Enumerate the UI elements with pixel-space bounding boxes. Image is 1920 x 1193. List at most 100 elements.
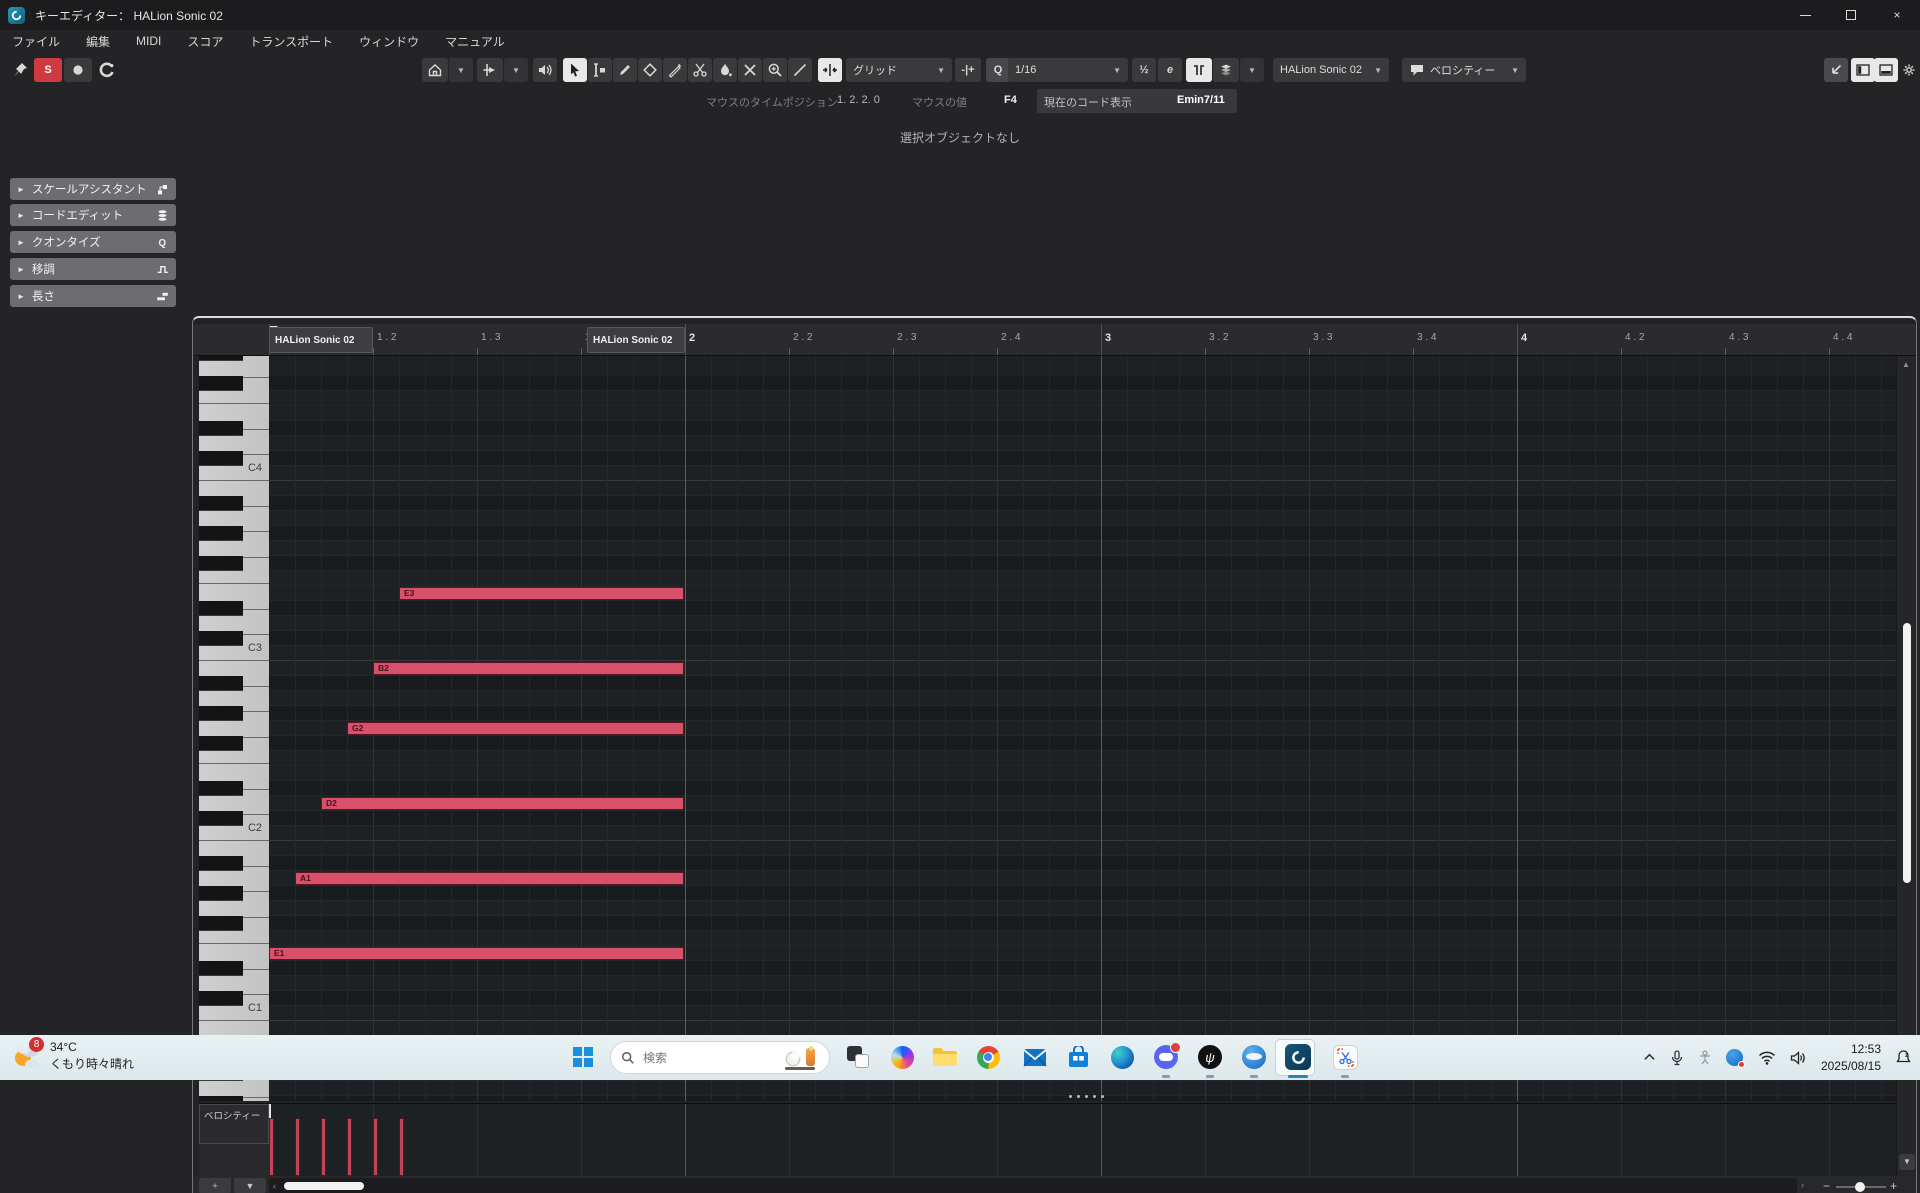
edge-button[interactable]: [1107, 1042, 1137, 1072]
discord-button[interactable]: [1151, 1042, 1181, 1072]
midi-note-B2[interactable]: B2: [373, 662, 684, 675]
window-layout-button[interactable]: [422, 58, 448, 82]
black-key[interactable]: [199, 811, 243, 826]
draw-tool[interactable]: [613, 58, 637, 82]
sidebar-panel-chord-edit[interactable]: ► コードエディット: [10, 204, 176, 226]
start-button[interactable]: [568, 1042, 598, 1072]
taskbar-search[interactable]: [610, 1041, 830, 1074]
menu-item-5[interactable]: ウィンドウ: [359, 33, 419, 50]
show-part-borders-button[interactable]: [1186, 58, 1212, 82]
maximize-button[interactable]: [1828, 0, 1874, 30]
black-key[interactable]: [199, 886, 243, 901]
quantize-preset-dropdown[interactable]: 1/16 ▼: [1008, 58, 1128, 82]
timeline-ruler[interactable]: 1 . 21 . 31 . 422 . 22 . 32 . 433 . 23 .…: [193, 324, 1916, 356]
lane-divider-grip[interactable]: [1069, 1095, 1104, 1098]
weather-widget[interactable]: 8 34°C くもり時々晴れ: [10, 1037, 134, 1074]
close-button[interactable]: ×: [1874, 0, 1920, 30]
line-draw-tool[interactable]: [663, 58, 687, 82]
menu-item-2[interactable]: MIDI: [136, 34, 161, 48]
horizontal-scroll-thumb[interactable]: [284, 1182, 364, 1190]
part-editing-options[interactable]: ▼: [1240, 58, 1264, 82]
object-selection-tool[interactable]: [563, 58, 587, 82]
sidebar-panel-quantize[interactable]: ► クオンタイズ Q: [10, 231, 176, 253]
mute-tool[interactable]: [738, 58, 762, 82]
velocity-bar-E3[interactable]: [399, 1118, 404, 1176]
audition-button[interactable]: [533, 58, 557, 82]
edit-active-part-only-button[interactable]: [1213, 58, 1239, 82]
open-in-lower-zone-button[interactable]: [1824, 58, 1848, 82]
black-key[interactable]: [199, 451, 243, 466]
midi-note-E1[interactable]: E1: [269, 947, 684, 960]
tray-expand-icon[interactable]: [1643, 1051, 1656, 1064]
midi-note-A1[interactable]: A1: [295, 872, 684, 885]
active-part-dropdown[interactable]: HALion Sonic 02 ▼: [1273, 58, 1389, 82]
black-key[interactable]: [199, 916, 243, 931]
record-in-editor-button[interactable]: [64, 58, 92, 82]
pin-editor-button[interactable]: [8, 58, 32, 82]
grid-type-dropdown[interactable]: グリッド ▼: [846, 58, 952, 82]
quantize-badge[interactable]: Q: [986, 58, 1010, 82]
taskbar-clock[interactable]: 12:53 2025/08/15: [1821, 1041, 1881, 1073]
black-key[interactable]: [199, 421, 243, 436]
black-key[interactable]: [199, 631, 243, 646]
midi-note-D2[interactable]: D2: [321, 797, 684, 810]
vertical-scroll-thumb[interactable]: [1903, 623, 1911, 883]
minimize-button[interactable]: [1782, 0, 1828, 30]
black-key[interactable]: [199, 706, 243, 721]
window-layout-options[interactable]: ▼: [449, 58, 473, 82]
black-key[interactable]: [199, 676, 243, 691]
black-key[interactable]: [199, 781, 243, 796]
solo-editor-button[interactable]: S: [34, 58, 62, 82]
show-lower-zone-button[interactable]: [1874, 58, 1898, 82]
velocity-lane[interactable]: [269, 1103, 1898, 1176]
midi-note-G2[interactable]: G2: [347, 722, 684, 735]
editor-setup-button[interactable]: [1897, 58, 1920, 82]
search-input[interactable]: [643, 1050, 763, 1065]
event-display-dropdown[interactable]: ベロシティー ▼: [1402, 58, 1526, 82]
volume-icon[interactable]: [1790, 1050, 1807, 1065]
controller-lane-options-button[interactable]: ▼: [234, 1178, 266, 1193]
autoscroll-button[interactable]: [477, 58, 503, 82]
tray-app-icon[interactable]: [1725, 1048, 1745, 1068]
scroll-up-icon[interactable]: ▲: [1902, 360, 1910, 369]
zoom-slider-thumb[interactable]: [1855, 1182, 1865, 1192]
black-key[interactable]: [199, 496, 243, 511]
velocity-bar-E1[interactable]: [269, 1118, 274, 1176]
erase-tool[interactable]: [638, 58, 662, 82]
vertical-zoom-chevron-icon[interactable]: ▼: [1899, 1154, 1915, 1170]
autoscroll-options[interactable]: ▼: [504, 58, 528, 82]
split-tool[interactable]: [688, 58, 712, 82]
black-key[interactable]: [199, 376, 243, 391]
zoom-out-button[interactable]: −: [1823, 1179, 1830, 1193]
accessibility-icon[interactable]: [1698, 1050, 1712, 1065]
menu-item-6[interactable]: マニュアル: [445, 33, 505, 50]
black-key[interactable]: [199, 526, 243, 541]
velocity-lane-label[interactable]: ベロシティー: [199, 1104, 269, 1144]
snap-length-button[interactable]: -|+: [955, 58, 981, 82]
velocity-bar-B2[interactable]: [373, 1118, 378, 1176]
menu-item-4[interactable]: トランスポート: [249, 33, 333, 50]
part-label-1[interactable]: HALion Sonic 02: [269, 327, 373, 353]
velocity-bar-D2[interactable]: [321, 1118, 326, 1176]
quantize-panel-button[interactable]: e: [1158, 58, 1182, 82]
mail-button[interactable]: [1020, 1042, 1050, 1072]
wifi-icon[interactable]: [1758, 1051, 1776, 1065]
microsoft-store-button[interactable]: [1063, 1042, 1093, 1072]
menu-item-3[interactable]: スコア: [187, 33, 223, 50]
snap-toggle-button[interactable]: [818, 58, 842, 82]
black-key[interactable]: [199, 961, 243, 976]
add-controller-lane-button[interactable]: +: [199, 1178, 231, 1193]
microphone-icon[interactable]: [1670, 1049, 1684, 1066]
black-key[interactable]: [199, 856, 243, 871]
sidebar-panel-length[interactable]: ► 長さ: [10, 285, 176, 307]
current-chord-display[interactable]: 現在のコード表示 Emin7/11: [1037, 89, 1237, 113]
zoom-tool[interactable]: [763, 58, 787, 82]
task-view-button[interactable]: [843, 1042, 873, 1072]
velocity-bar-G2[interactable]: [347, 1118, 352, 1176]
copilot-button[interactable]: [887, 1042, 917, 1072]
menu-item-1[interactable]: 編集: [86, 33, 110, 50]
velocity-bar-A1[interactable]: [295, 1118, 300, 1176]
cubase-button[interactable]: [1283, 1042, 1313, 1072]
black-key[interactable]: [199, 601, 243, 616]
scroll-right-icon[interactable]: ›: [1801, 1180, 1804, 1190]
